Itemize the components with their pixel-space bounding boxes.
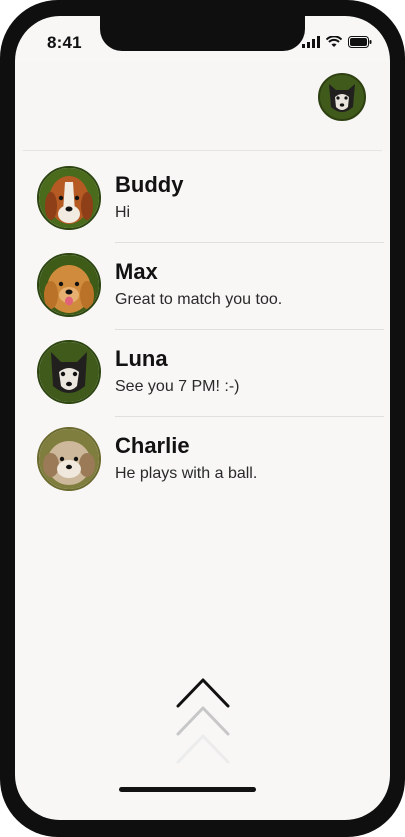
signal-icon <box>302 36 320 48</box>
screen: 8:41 Buddy Hi Max Great to match you too… <box>15 16 390 820</box>
list-item[interactable]: Buddy Hi <box>15 156 390 243</box>
wifi-icon <box>326 36 342 47</box>
match-name: Max <box>115 259 158 284</box>
list-item[interactable]: Luna See you 7 PM! :-) <box>15 330 390 417</box>
list-item[interactable]: Max Great to match you too. <box>15 243 390 330</box>
husky-avatar-image <box>39 342 99 402</box>
last-message: He plays with a ball. <box>115 465 258 482</box>
profile-avatar[interactable] <box>318 73 366 121</box>
last-message: Great to match you too. <box>115 291 283 308</box>
avatar <box>37 253 101 317</box>
header-divider <box>23 150 382 151</box>
list-item[interactable]: Charlie He plays with a ball. <box>15 417 390 504</box>
beagle-avatar-image <box>39 168 99 228</box>
avatar <box>37 340 101 404</box>
avatar <box>37 427 101 491</box>
status-time: 8:41 <box>47 33 82 52</box>
avatar <box>37 166 101 230</box>
last-message: See you 7 PM! :-) <box>115 378 240 395</box>
match-name: Charlie <box>115 433 190 458</box>
notch <box>100 16 305 51</box>
swipe-up-arrows[interactable] <box>175 676 231 768</box>
chevron-up-icon <box>176 678 230 764</box>
phone-frame: 8:41 Buddy Hi Max Great to match you too… <box>0 0 405 837</box>
match-name: Buddy <box>115 172 184 197</box>
shih-tzu-avatar-image <box>39 429 99 489</box>
match-name: Luna <box>115 346 168 371</box>
home-indicator[interactable] <box>119 787 256 792</box>
husky-avatar-image <box>320 75 364 119</box>
golden-retriever-avatar-image <box>39 255 99 315</box>
status-icons <box>302 36 372 48</box>
battery-icon <box>348 36 372 48</box>
last-message: Hi <box>115 204 131 221</box>
match-list: Buddy Hi Max Great to match you too. Lun… <box>15 156 390 504</box>
